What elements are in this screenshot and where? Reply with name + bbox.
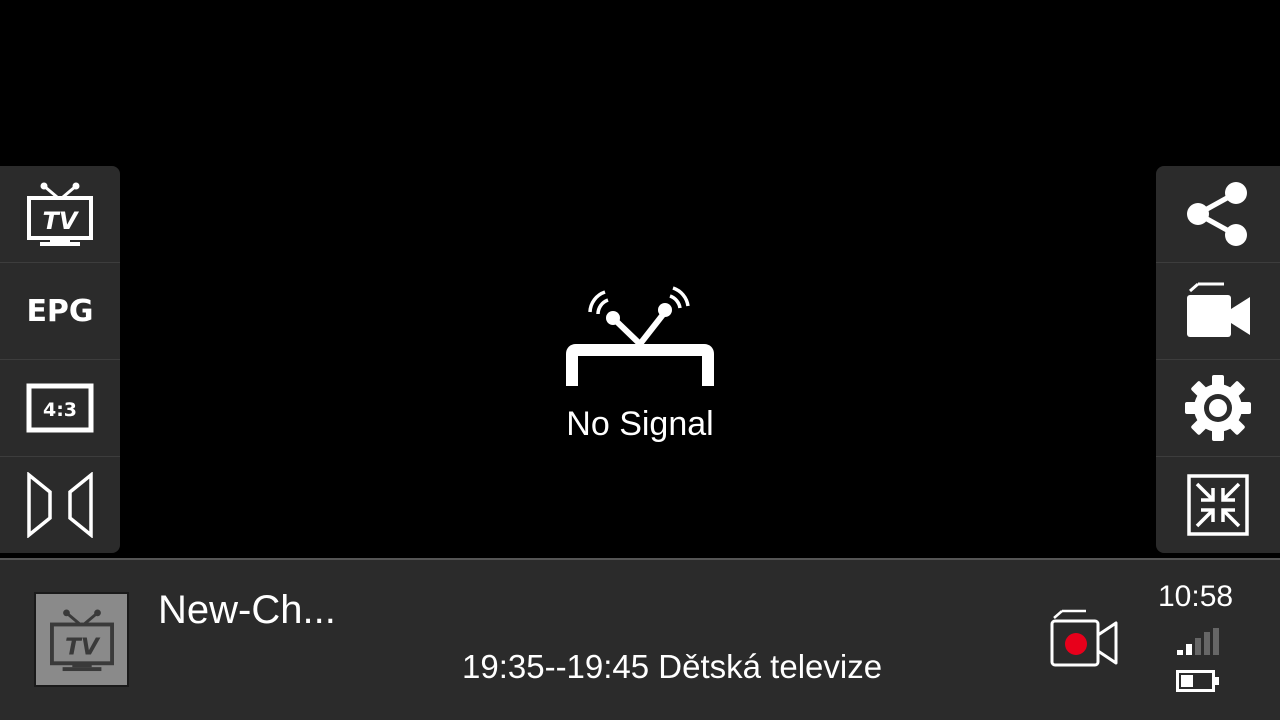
epg-button[interactable]: EPG: [0, 263, 120, 360]
left-control-panel: TV EPG 4:3: [0, 166, 120, 553]
tv-button[interactable]: TV: [0, 166, 120, 263]
signal-strength-icon: [1177, 628, 1219, 655]
exit-fullscreen-button[interactable]: [1156, 457, 1280, 553]
record-camera-icon: [1050, 609, 1118, 667]
right-control-panel: [1156, 166, 1280, 553]
epg-label: EPG: [26, 293, 94, 329]
tv-icon: TV: [49, 608, 114, 671]
share-icon: [1187, 182, 1247, 246]
tv-icon: TV: [27, 182, 93, 246]
share-button[interactable]: [1156, 166, 1280, 263]
antenna-icon: [566, 286, 714, 386]
no-signal-indicator: No Signal: [540, 280, 740, 444]
svg-text:TV: TV: [65, 633, 101, 660]
record-button[interactable]: [1048, 608, 1120, 672]
channel-name: New-Ch...: [158, 588, 336, 632]
record-video-button[interactable]: [1156, 263, 1280, 360]
settings-icon: [1185, 375, 1251, 441]
aspect-ratio-label: 4:3: [43, 399, 77, 421]
stretch-icon: [27, 472, 93, 538]
camera-icon: [1187, 282, 1250, 337]
aspect-ratio-button[interactable]: 4:3: [0, 360, 120, 457]
info-bar: TV New-Ch... 19:35--19:45 Dětská televiz…: [0, 558, 1280, 720]
settings-button[interactable]: [1156, 360, 1280, 457]
battery-icon: [1176, 670, 1219, 692]
stretch-button[interactable]: [0, 457, 120, 553]
no-signal-message: No Signal: [566, 405, 714, 443]
player-screen[interactable]: TV EPG 4:3 No Signal TV New-Ch... 19:35-…: [0, 0, 1280, 720]
program-info: 19:35--19:45 Dětská televize: [462, 648, 883, 685]
tv-icon-label: TV: [43, 207, 80, 235]
fullscreen-exit-icon: [1187, 474, 1249, 536]
record-dot: [1065, 633, 1087, 655]
clock: 10:58: [1158, 580, 1234, 613]
channel-logo: TV: [34, 592, 129, 687]
aspect-ratio-icon: 4:3: [26, 383, 94, 433]
